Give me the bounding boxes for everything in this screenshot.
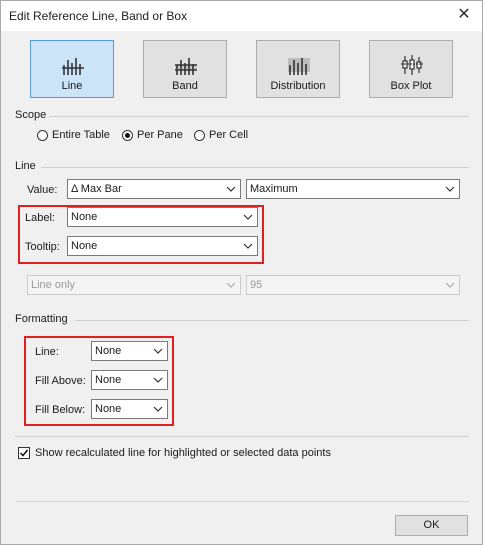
line-format-label: Line: <box>35 346 59 358</box>
label-dropdown[interactable]: None <box>67 207 258 227</box>
chevron-down-icon <box>243 243 253 249</box>
chevron-down-icon <box>153 406 163 412</box>
title-bar: Edit Reference Line, Band or Box ✕ <box>1 1 482 31</box>
line-heading: Line <box>15 160 36 172</box>
dialog-window: Edit Reference Line, Band or Box ✕ Line <box>0 0 483 545</box>
formatting-divider <box>75 320 469 321</box>
recalc-divider <box>15 436 469 437</box>
line-only-dropdown: Line only <box>27 275 241 295</box>
line-only-text: Line only <box>31 279 76 291</box>
percent-text: 95 <box>250 279 263 291</box>
scope-divider <box>49 116 469 117</box>
value-field-dropdown[interactable]: Δ Max Bar <box>67 179 241 199</box>
recalc-label: Show recalculated line for highlighted o… <box>35 447 331 459</box>
tooltip-dropdown[interactable]: None <box>67 236 258 256</box>
aggregation-text: Maximum <box>250 183 298 195</box>
line-chart-icon <box>62 58 84 75</box>
line-format-dropdown[interactable]: None <box>91 341 168 361</box>
percent-dropdown: 95 <box>246 275 460 295</box>
scope-entire-table-radio[interactable]: Entire Table <box>37 129 110 141</box>
value-label: Value: <box>27 184 58 196</box>
chevron-down-icon <box>445 186 455 192</box>
scope-option-label: Per Cell <box>209 129 249 141</box>
fill-below-label: Fill Below: <box>35 404 86 416</box>
scope-option-label: Per Pane <box>137 129 183 141</box>
radio-circle <box>37 129 48 141</box>
chevron-down-icon <box>153 377 163 383</box>
fill-above-dropdown[interactable]: None <box>91 370 168 390</box>
chevron-down-icon <box>445 282 455 288</box>
formatting-heading: Formatting <box>15 313 68 325</box>
band-type-button[interactable]: Band <box>143 40 227 98</box>
chevron-down-icon <box>243 214 253 220</box>
label-value-text: None <box>71 211 98 223</box>
tooltip-value-text: None <box>71 240 98 252</box>
label-label: Label: <box>25 212 55 224</box>
chevron-down-icon <box>226 282 236 288</box>
radio-circle <box>194 129 205 141</box>
line-type-label: Line <box>61 80 83 92</box>
line-type-button[interactable]: Line <box>30 40 114 98</box>
distribution-type-button[interactable]: Distribution <box>256 40 340 98</box>
recalc-checkbox[interactable] <box>18 447 30 459</box>
fill-above-label: Fill Above: <box>35 375 86 387</box>
fill-below-dropdown[interactable]: None <box>91 399 168 419</box>
close-icon[interactable]: ✕ <box>454 5 474 25</box>
box-plot-type-label: Box Plot <box>390 80 432 92</box>
box-plot-icon <box>401 55 423 75</box>
line-format-value: None <box>95 345 122 357</box>
dialog-content: Line Band Distribution Box Plot Scope En… <box>1 31 482 471</box>
scope-heading: Scope <box>15 109 47 121</box>
box-plot-type-button[interactable]: Box Plot <box>369 40 453 98</box>
line-divider <box>41 167 469 168</box>
scope-per-cell-radio[interactable]: Per Cell <box>194 129 248 141</box>
aggregation-dropdown[interactable]: Maximum <box>246 179 460 199</box>
fill-above-value: None <box>95 374 122 386</box>
fill-below-value: None <box>95 403 122 415</box>
window-title: Edit Reference Line, Band or Box <box>9 9 188 23</box>
footer-divider <box>15 501 469 502</box>
band-chart-icon <box>175 58 197 75</box>
radio-circle-selected <box>122 129 133 141</box>
distribution-type-label: Distribution <box>270 80 326 92</box>
scope-option-label: Entire Table <box>52 129 110 141</box>
check-icon <box>19 449 29 457</box>
band-type-label: Band <box>172 80 198 92</box>
tooltip-label: Tooltip: <box>25 241 60 253</box>
distribution-chart-icon <box>288 58 310 75</box>
chevron-down-icon <box>153 348 163 354</box>
value-field-text: Δ Max Bar <box>71 183 122 195</box>
scope-per-pane-radio[interactable]: Per Pane <box>122 129 183 141</box>
ok-button[interactable]: OK <box>395 515 468 536</box>
chevron-down-icon <box>226 186 236 192</box>
